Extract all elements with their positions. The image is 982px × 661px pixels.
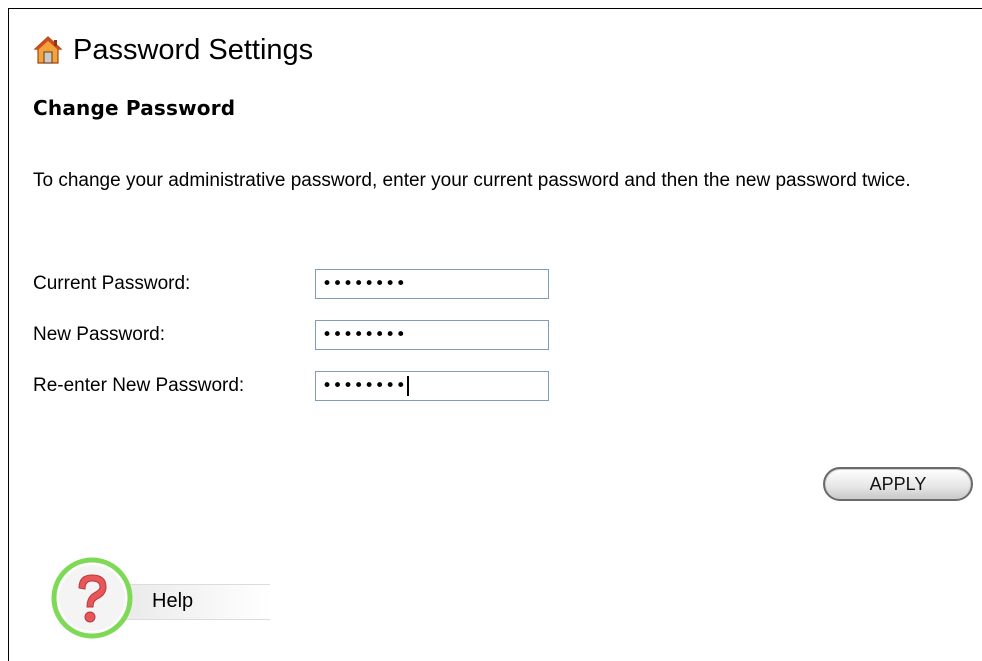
reenter-password-row: Re-enter New Password: •••••••• bbox=[33, 370, 549, 402]
description-text: To change your administrative password, … bbox=[33, 170, 911, 191]
current-password-field[interactable]: •••••••• bbox=[315, 269, 549, 299]
help-icon[interactable] bbox=[50, 556, 134, 640]
new-password-value: •••••••• bbox=[322, 325, 407, 345]
reenter-password-field[interactable]: •••••••• bbox=[315, 371, 549, 401]
help-widget[interactable]: Help bbox=[50, 556, 280, 646]
current-password-value: •••••••• bbox=[322, 274, 407, 294]
apply-button[interactable]: APPLY bbox=[823, 467, 973, 501]
reenter-password-value: •••••••• bbox=[322, 376, 407, 396]
new-password-field[interactable]: •••••••• bbox=[315, 320, 549, 350]
section-title: Change Password bbox=[33, 96, 236, 120]
page-header: Password Settings bbox=[33, 30, 313, 70]
text-caret bbox=[407, 376, 409, 396]
new-password-row: New Password: •••••••• bbox=[33, 319, 549, 351]
reenter-password-label: Re-enter New Password: bbox=[33, 375, 245, 396]
page-title: Password Settings bbox=[73, 33, 314, 66]
current-password-label: Current Password: bbox=[33, 273, 191, 294]
current-password-row: Current Password: •••••••• bbox=[33, 268, 549, 300]
help-label[interactable]: Help bbox=[152, 590, 193, 613]
home-icon bbox=[33, 36, 63, 64]
new-password-label: New Password: bbox=[33, 324, 165, 345]
